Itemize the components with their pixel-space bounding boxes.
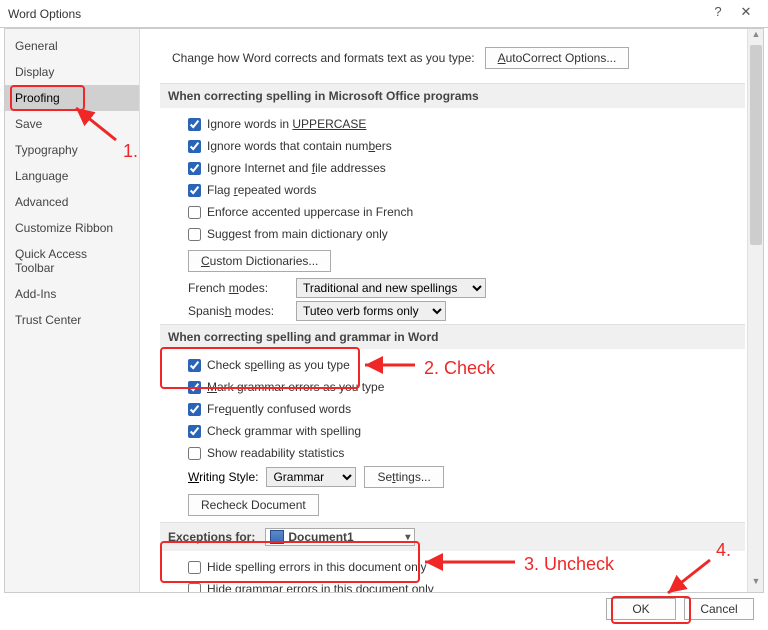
- sidebar-item-display[interactable]: Display: [5, 59, 139, 85]
- chk-hide-spelling[interactable]: [188, 561, 201, 574]
- sidebar-item-customize-ribbon[interactable]: Customize Ribbon: [5, 215, 139, 241]
- chk-readability[interactable]: [188, 447, 201, 460]
- sidebar-item-general[interactable]: General: [5, 33, 139, 59]
- lbl-ignore-numbers: Ignore words that contain numbers: [207, 139, 392, 153]
- sidebar-item-trust-center[interactable]: Trust Center: [5, 307, 139, 333]
- spanish-modes-label: Spanish modes:: [188, 304, 288, 318]
- lbl-hide-spelling: Hide spelling errors in this document on…: [207, 560, 426, 574]
- scroll-thumb[interactable]: [750, 45, 762, 245]
- sidebar-item-proofing[interactable]: Proofing: [5, 85, 139, 111]
- chk-confused-words[interactable]: [188, 403, 201, 416]
- help-icon[interactable]: ?: [704, 4, 732, 24]
- title-bar: Word Options ? ✕: [0, 0, 768, 28]
- dialog-body: General Display Proofing Save Typography…: [4, 28, 764, 593]
- cancel-button[interactable]: Cancel: [684, 598, 754, 620]
- chk-ignore-uppercase[interactable]: [188, 118, 201, 131]
- lbl-ignore-internet: Ignore Internet and file addresses: [207, 161, 386, 175]
- chk-check-grammar-spell[interactable]: [188, 425, 201, 438]
- content-pane: Change how Word corrects and formats tex…: [140, 29, 763, 592]
- chk-mark-grammar[interactable]: [188, 381, 201, 394]
- opt-hide-spelling: Hide spelling errors in this document on…: [188, 557, 745, 577]
- autocorrect-options-button[interactable]: AutoCorrect Options...: [485, 47, 630, 69]
- opt-readability: Show readability statistics: [188, 443, 745, 463]
- scroll-area: Change how Word corrects and formats tex…: [140, 29, 763, 592]
- section-header-word: When correcting spelling and grammar in …: [160, 324, 745, 349]
- recheck-document-button[interactable]: Recheck Document: [188, 494, 319, 516]
- chk-flag-repeated[interactable]: [188, 184, 201, 197]
- intro-text: Change how Word corrects and formats tex…: [172, 51, 475, 65]
- sidebar-item-save[interactable]: Save: [5, 111, 139, 137]
- opt-accented-french: Enforce accented uppercase in French: [188, 202, 745, 222]
- custom-dictionaries-button[interactable]: Custom Dictionaries...: [188, 250, 331, 272]
- opt-ignore-uppercase: Ignore words in UPPERCASE: [188, 114, 745, 134]
- opt-hide-grammar: Hide grammar errors in this document onl…: [188, 579, 745, 592]
- sidebar: General Display Proofing Save Typography…: [5, 29, 140, 592]
- chevron-down-icon: ▾: [405, 532, 410, 543]
- chk-ignore-internet[interactable]: [188, 162, 201, 175]
- ok-button[interactable]: OK: [606, 598, 676, 620]
- lbl-check-spelling: Check spelling as you type: [207, 358, 350, 372]
- scroll-up-icon[interactable]: ▲: [748, 29, 763, 45]
- scroll-down-icon[interactable]: ▼: [748, 576, 763, 592]
- sidebar-item-language[interactable]: Language: [5, 163, 139, 189]
- french-modes-select[interactable]: Traditional and new spellings: [296, 278, 486, 298]
- sidebar-item-qat[interactable]: Quick Access Toolbar: [5, 241, 139, 281]
- opt-flag-repeated: Flag repeated words: [188, 180, 745, 200]
- opt-confused-words: Frequently confused words: [188, 399, 745, 419]
- custom-dict-row: Custom Dictionaries...: [188, 250, 745, 272]
- lbl-confused-words: Frequently confused words: [207, 402, 351, 416]
- exceptions-doc-select[interactable]: Document1 ▾: [265, 528, 415, 546]
- writing-style-row: Writing Style: Grammar Settings...: [188, 466, 745, 488]
- document-icon: [270, 530, 284, 544]
- window-title: Word Options: [8, 7, 704, 21]
- lbl-main-dict: Suggest from main dictionary only: [207, 227, 388, 241]
- french-modes-label: French modes:: [188, 281, 288, 295]
- lbl-check-grammar-spell: Check grammar with spelling: [207, 424, 361, 438]
- section-header-exceptions: Exceptions for: Document1 ▾: [160, 522, 745, 551]
- writing-style-label: Writing Style:: [188, 470, 258, 484]
- section-header-office: When correcting spelling in Microsoft Of…: [160, 83, 745, 108]
- lbl-flag-repeated: Flag repeated words: [207, 183, 316, 197]
- spanish-modes-select[interactable]: Tuteo verb forms only: [296, 301, 446, 321]
- vertical-scrollbar[interactable]: ▲ ▼: [747, 29, 763, 592]
- opt-main-dict: Suggest from main dictionary only: [188, 224, 745, 244]
- sidebar-item-addins[interactable]: Add-Ins: [5, 281, 139, 307]
- close-icon[interactable]: ✕: [732, 4, 760, 24]
- opt-ignore-numbers: Ignore words that contain numbers: [188, 136, 745, 156]
- chk-check-spelling[interactable]: [188, 359, 201, 372]
- sidebar-item-advanced[interactable]: Advanced: [5, 189, 139, 215]
- recheck-row: Recheck Document: [188, 494, 745, 516]
- chk-ignore-numbers[interactable]: [188, 140, 201, 153]
- opt-ignore-internet: Ignore Internet and file addresses: [188, 158, 745, 178]
- writing-style-select[interactable]: Grammar: [266, 467, 356, 487]
- french-modes-row: French modes: Traditional and new spelli…: [188, 278, 745, 298]
- exceptions-doc-name: Document1: [288, 530, 353, 544]
- lbl-mark-grammar: Mark grammar errors as you type: [207, 380, 384, 394]
- spanish-modes-row: Spanish modes: Tuteo verb forms only: [188, 301, 745, 321]
- intro-row: Change how Word corrects and formats tex…: [172, 47, 745, 69]
- opt-check-grammar-spell: Check grammar with spelling: [188, 421, 745, 441]
- lbl-readability: Show readability statistics: [207, 446, 344, 460]
- chk-hide-grammar[interactable]: [188, 583, 201, 593]
- lbl-ignore-uppercase: Ignore words in UPPERCASE: [207, 117, 366, 131]
- chk-main-dict[interactable]: [188, 228, 201, 241]
- lbl-accented-french: Enforce accented uppercase in French: [207, 205, 413, 219]
- opt-mark-grammar: Mark grammar errors as you type: [188, 377, 745, 397]
- sidebar-item-typography[interactable]: Typography: [5, 137, 139, 163]
- dialog-footer: OK Cancel: [0, 593, 768, 625]
- lbl-hide-grammar: Hide grammar errors in this document onl…: [207, 582, 434, 592]
- chk-accented-french[interactable]: [188, 206, 201, 219]
- exceptions-label: Exceptions for:: [168, 530, 255, 544]
- opt-check-spelling: Check spelling as you type: [188, 355, 745, 375]
- settings-button[interactable]: Settings...: [364, 466, 443, 488]
